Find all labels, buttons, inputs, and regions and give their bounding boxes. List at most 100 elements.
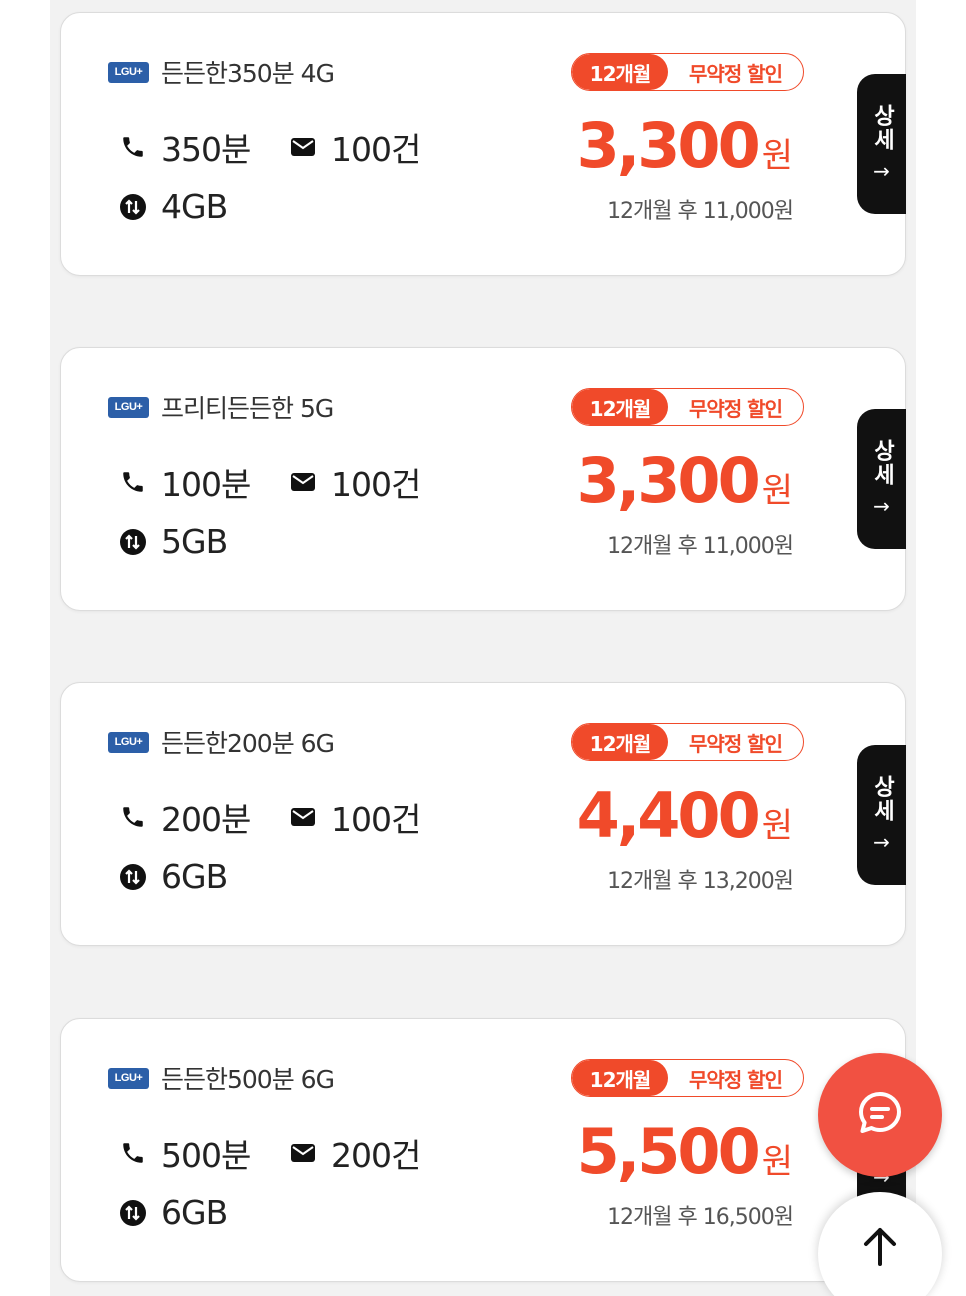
- phone-icon: [119, 133, 147, 161]
- data-icon: [119, 193, 147, 221]
- spec-voice: 500분: [119, 1129, 289, 1177]
- after-label: 12개월 후: [607, 869, 698, 894]
- after-price: 13,200원: [702, 869, 794, 894]
- envelope-icon: [289, 1139, 317, 1167]
- badge-period: 12개월: [572, 54, 668, 90]
- arrow-right-icon: →: [873, 494, 890, 518]
- data-icon: [119, 863, 147, 891]
- plan-title-row: LGU+ 프리티든든한 5G: [108, 389, 334, 425]
- after-price: 11,000원: [702, 534, 794, 559]
- price: 5,500 원: [577, 1115, 793, 1188]
- sms-count: 200건: [331, 1136, 421, 1175]
- phone-icon: [119, 803, 147, 831]
- chat-button[interactable]: [818, 1053, 942, 1177]
- after-price-row: 12개월 후 11,000원: [607, 193, 794, 225]
- spec-sms: 100건: [289, 793, 459, 841]
- detail-button[interactable]: 상세 →: [857, 745, 906, 885]
- price-amount: 5,500: [576, 1115, 761, 1188]
- badge-text: 무약정 할인: [689, 731, 783, 756]
- sms-count: 100건: [331, 465, 421, 504]
- spec-row-voice-sms: 100분 100건: [119, 458, 459, 506]
- voice-minutes: 100분: [161, 465, 251, 504]
- data-amount: 5GB: [161, 522, 228, 561]
- detail-label: 상세: [869, 775, 895, 823]
- envelope-icon: [289, 468, 317, 496]
- discount-badge: 12개월 무약정 할인: [571, 388, 804, 426]
- after-label: 12개월 후: [607, 534, 698, 559]
- plan-card[interactable]: LGU+ 든든한500분 6G 500분 200건 6GB 12개월 무약정 할…: [60, 1018, 906, 1282]
- after-price-row: 12개월 후 13,200원: [607, 863, 794, 895]
- envelope-icon: [289, 803, 317, 831]
- carrier-logo: LGU+: [108, 731, 149, 753]
- spec-voice: 350분: [119, 123, 289, 171]
- data-amount: 6GB: [161, 1193, 228, 1232]
- data-icon: [119, 528, 147, 556]
- spec-sms: 100건: [289, 458, 459, 506]
- spec-row-voice-sms: 500분 200건: [119, 1129, 459, 1177]
- voice-minutes: 350분: [161, 130, 251, 169]
- data-amount: 6GB: [161, 857, 228, 896]
- discount-badge: 12개월 무약정 할인: [571, 53, 804, 91]
- chat-icon: [856, 1089, 904, 1141]
- spec-data: 6GB: [119, 857, 289, 896]
- sms-count: 100건: [331, 130, 421, 169]
- spec-data: 4GB: [119, 187, 289, 226]
- voice-minutes: 200분: [161, 800, 251, 839]
- price: 3,300 원: [577, 444, 793, 517]
- detail-button[interactable]: 상세 →: [857, 409, 906, 549]
- spec-row-voice-sms: 350분 100건: [119, 123, 459, 171]
- data-amount: 4GB: [161, 187, 228, 226]
- plan-card[interactable]: LGU+ 든든한200분 6G 200분 100건 6GB 12개월 무약정 할…: [60, 682, 906, 946]
- price-amount: 3,300: [576, 109, 761, 182]
- plan-title-row: LGU+ 든든한350분 4G: [108, 54, 335, 90]
- badge-period: 12개월: [572, 724, 668, 760]
- arrow-right-icon: →: [873, 159, 890, 183]
- voice-minutes: 500분: [161, 1136, 251, 1175]
- carrier-logo: LGU+: [108, 1067, 149, 1089]
- plan-name: 든든한200분 6G: [161, 729, 335, 758]
- arrow-up-icon: [862, 1226, 898, 1270]
- badge-text: 무약정 할인: [689, 61, 783, 86]
- spec-row-data: 6GB: [119, 857, 289, 896]
- spec-voice: 200분: [119, 793, 289, 841]
- badge-period: 12개월: [572, 1060, 668, 1096]
- arrow-right-icon: →: [873, 830, 890, 854]
- plan-name: 든든한500분 6G: [161, 1065, 335, 1094]
- plan-card[interactable]: LGU+ 프리티든든한 5G 100분 100건 5GB 12개월 무약정 할인…: [60, 347, 906, 611]
- discount-badge: 12개월 무약정 할인: [571, 1059, 804, 1097]
- spec-data: 5GB: [119, 522, 289, 561]
- detail-label: 상세: [869, 439, 895, 487]
- plan-name: 든든한350분 4G: [161, 59, 335, 88]
- price-unit: 원: [761, 136, 793, 176]
- after-price: 16,500원: [702, 1205, 794, 1230]
- carrier-logo: LGU+: [108, 396, 149, 418]
- price: 3,300 원: [577, 109, 793, 182]
- spec-row-voice-sms: 200분 100건: [119, 793, 459, 841]
- spec-row-data: 6GB: [119, 1193, 289, 1232]
- price-amount: 4,400: [576, 779, 761, 852]
- price-unit: 원: [761, 471, 793, 511]
- price-unit: 원: [761, 1142, 793, 1182]
- spec-row-data: 5GB: [119, 522, 289, 561]
- spec-data: 6GB: [119, 1193, 289, 1232]
- spec-voice: 100분: [119, 458, 289, 506]
- carrier-logo: LGU+: [108, 61, 149, 83]
- detail-label: 상세: [869, 104, 895, 152]
- spec-sms: 100건: [289, 123, 459, 171]
- phone-icon: [119, 1139, 147, 1167]
- after-price-row: 12개월 후 11,000원: [607, 528, 794, 560]
- spec-row-data: 4GB: [119, 187, 289, 226]
- plan-card[interactable]: LGU+ 든든한350분 4G 350분 100건 4GB 12개월 무약정 할…: [60, 12, 906, 276]
- envelope-icon: [289, 133, 317, 161]
- sms-count: 100건: [331, 800, 421, 839]
- spec-sms: 200건: [289, 1129, 459, 1177]
- badge-period: 12개월: [572, 389, 668, 425]
- after-label: 12개월 후: [607, 199, 698, 224]
- after-label: 12개월 후: [607, 1205, 698, 1230]
- plan-title-row: LGU+ 든든한500분 6G: [108, 1060, 335, 1096]
- plan-name: 프리티든든한 5G: [161, 394, 334, 423]
- detail-button[interactable]: 상세 →: [857, 74, 906, 214]
- price-amount: 3,300: [576, 444, 761, 517]
- badge-text: 무약정 할인: [689, 1067, 783, 1092]
- after-price-row: 12개월 후 16,500원: [607, 1199, 794, 1231]
